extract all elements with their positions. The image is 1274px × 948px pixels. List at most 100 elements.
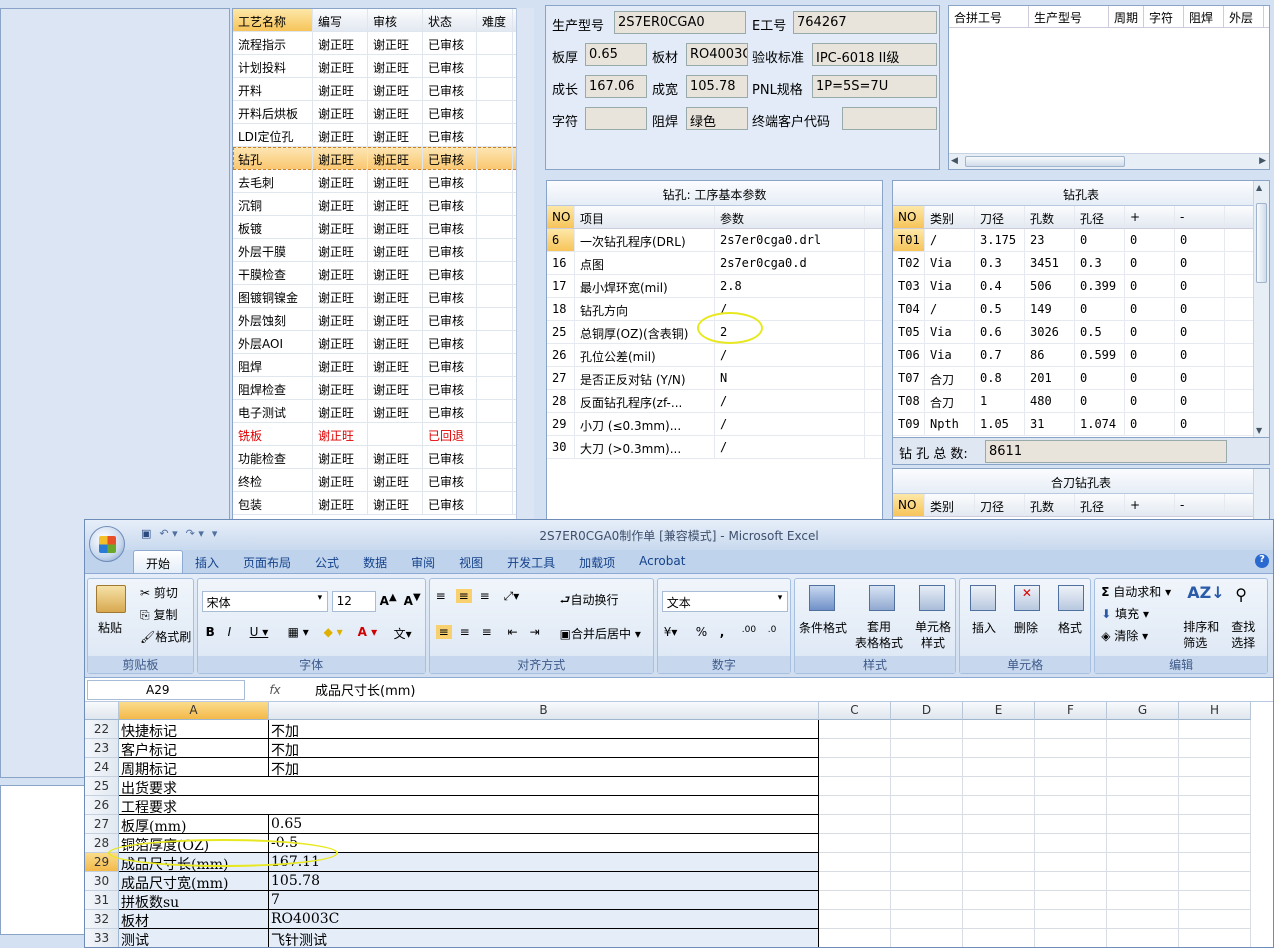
- decrease-indent-icon[interactable]: ⇤: [508, 625, 518, 639]
- table-row[interactable]: 铣板 谢正旺 已回退: [233, 423, 531, 446]
- grow-font-icon[interactable]: A▲: [380, 592, 397, 608]
- row-header[interactable]: 27: [85, 815, 119, 834]
- merge-center-button[interactable]: ▣合并后居中 ▾: [560, 625, 641, 642]
- col-header[interactable]: 类别: [925, 206, 975, 228]
- row-header[interactable]: 22: [85, 720, 119, 739]
- empty-cell[interactable]: [1179, 872, 1251, 891]
- empty-cell[interactable]: [1035, 929, 1107, 947]
- empty-cell[interactable]: [1179, 929, 1251, 947]
- empty-cell[interactable]: [1107, 777, 1179, 796]
- row-header[interactable]: 26: [85, 796, 119, 815]
- format-button[interactable]: 格式: [1058, 619, 1082, 636]
- empty-cell[interactable]: [819, 720, 891, 739]
- col-header[interactable]: +: [1125, 206, 1175, 228]
- model-field[interactable]: 2S7ER0CGA0: [614, 11, 746, 34]
- col-header[interactable]: 类别: [925, 494, 975, 516]
- chevron-down-icon[interactable]: ▾: [318, 593, 323, 603]
- empty-cell[interactable]: [1107, 891, 1179, 910]
- empty-cell[interactable]: [819, 910, 891, 929]
- empty-cell[interactable]: [1035, 720, 1107, 739]
- cell-b[interactable]: 不加: [269, 739, 819, 758]
- fx-icon[interactable]: fx: [245, 683, 305, 697]
- column-header[interactable]: G: [1107, 702, 1179, 720]
- empty-cell[interactable]: [1107, 815, 1179, 834]
- table-row[interactable]: 开料 谢正旺 谢正旺 已审核: [233, 78, 531, 101]
- empty-cell[interactable]: [1035, 815, 1107, 834]
- empty-cell[interactable]: [1179, 891, 1251, 910]
- border-icon[interactable]: ▦ ▾: [288, 625, 309, 639]
- sort-filter-button[interactable]: 排序和 筛选: [1183, 619, 1219, 651]
- table-row[interactable]: 电子测试 谢正旺 谢正旺 已审核: [233, 400, 531, 423]
- italic-icon[interactable]: I: [228, 625, 232, 639]
- insert-button[interactable]: 插入: [972, 619, 996, 636]
- empty-cell[interactable]: [1107, 796, 1179, 815]
- align-bottom-icon[interactable]: ≡: [480, 589, 490, 603]
- row-header[interactable]: 25: [85, 777, 119, 796]
- column-header[interactable]: E: [963, 702, 1035, 720]
- thick-field[interactable]: 0.65: [585, 43, 647, 66]
- delete-cells-icon[interactable]: ✕: [1013, 585, 1040, 611]
- merge-col-header[interactable]: 阻焊: [1184, 6, 1224, 27]
- empty-cell[interactable]: [1179, 720, 1251, 739]
- bold-icon[interactable]: B: [206, 625, 215, 639]
- autosum-button[interactable]: Σ 自动求和 ▾: [1101, 583, 1171, 600]
- empty-cell[interactable]: [819, 815, 891, 834]
- conditional-format-button[interactable]: 条件格式: [799, 619, 847, 636]
- table-row[interactable]: 29 小刀 (≤0.3mm)... /: [547, 413, 882, 436]
- empty-cell[interactable]: [819, 834, 891, 853]
- merge-hscrollbar[interactable]: ◀ ▶: [949, 153, 1269, 169]
- empty-cell[interactable]: [891, 739, 963, 758]
- table-row[interactable]: LDI定位孔 谢正旺 谢正旺 已审核: [233, 124, 531, 147]
- empty-cell[interactable]: [963, 872, 1035, 891]
- scroll-thumb[interactable]: [1256, 203, 1267, 283]
- align-top-icon[interactable]: ≡: [436, 589, 446, 603]
- increase-indent-icon[interactable]: ⇥: [530, 625, 540, 639]
- table-row[interactable]: 功能检查 谢正旺 谢正旺 已审核: [233, 446, 531, 469]
- table-row[interactable]: T05 Via 0.6 3026 0.5 0 0: [893, 321, 1269, 344]
- table-row[interactable]: 图镀铜镍金 谢正旺 谢正旺 已审核: [233, 285, 531, 308]
- underline-icon[interactable]: U ▾: [250, 625, 269, 639]
- col-header[interactable]: NO: [893, 494, 925, 516]
- mask-field[interactable]: 绿色: [686, 107, 748, 130]
- empty-cell[interactable]: [1107, 758, 1179, 777]
- empty-cell[interactable]: [1179, 758, 1251, 777]
- cell-a[interactable]: 拼板数su: [119, 891, 269, 910]
- cell-b[interactable]: -0.5: [269, 834, 819, 853]
- row-header[interactable]: 33: [85, 929, 119, 947]
- empty-cell[interactable]: [819, 777, 891, 796]
- align-left-icon[interactable]: ≡: [435, 625, 452, 639]
- column-header[interactable]: H: [1179, 702, 1251, 720]
- scroll-up-icon[interactable]: ▲: [1256, 183, 1262, 192]
- sort-filter-icon[interactable]: AZ↓: [1187, 583, 1224, 602]
- empty-cell[interactable]: [1107, 834, 1179, 853]
- table-row[interactable]: T09 Npth 1.05 31 1.074 0 0: [893, 413, 1269, 436]
- currency-icon[interactable]: ¥▾: [664, 625, 678, 639]
- select-all-corner[interactable]: [85, 702, 119, 720]
- table-row[interactable]: 包装 谢正旺 谢正旺 已审核: [233, 492, 531, 515]
- table-format-icon[interactable]: [869, 585, 896, 611]
- col-header[interactable]: 孔数: [1025, 206, 1075, 228]
- empty-cell[interactable]: [963, 910, 1035, 929]
- font-size-select[interactable]: 12: [331, 591, 376, 612]
- format-painter-button[interactable]: 🖌格式刷: [140, 628, 191, 645]
- empty-cell[interactable]: [1107, 739, 1179, 758]
- col-header-reviewer[interactable]: 审核: [368, 9, 423, 31]
- copy-button[interactable]: ⎘ 复制: [140, 606, 177, 623]
- row-header[interactable]: 31: [85, 891, 119, 910]
- merge-drill-scrollbar[interactable]: [1253, 469, 1269, 522]
- col-header-no[interactable]: NO: [547, 206, 575, 228]
- cell-style-icon[interactable]: [919, 585, 946, 611]
- empty-cell[interactable]: [1179, 834, 1251, 853]
- table-row[interactable]: 外层干膜 谢正旺 谢正旺 已审核: [233, 239, 531, 262]
- cell-b[interactable]: 167.11: [269, 853, 819, 872]
- cell-b[interactable]: 不加: [269, 720, 819, 739]
- insert-cells-icon[interactable]: [969, 585, 996, 611]
- cell-b[interactable]: 7: [269, 891, 819, 910]
- paste-icon[interactable]: [96, 585, 126, 613]
- cell-a[interactable]: 工程要求: [119, 796, 819, 815]
- table-row[interactable]: 30 大刀 (>0.3mm)... /: [547, 436, 882, 459]
- empty-cell[interactable]: [963, 891, 1035, 910]
- cell-a[interactable]: 测试: [119, 929, 269, 947]
- col-header[interactable]: +: [1125, 494, 1175, 516]
- table-row[interactable]: T06 Via 0.7 86 0.599 0 0: [893, 344, 1269, 367]
